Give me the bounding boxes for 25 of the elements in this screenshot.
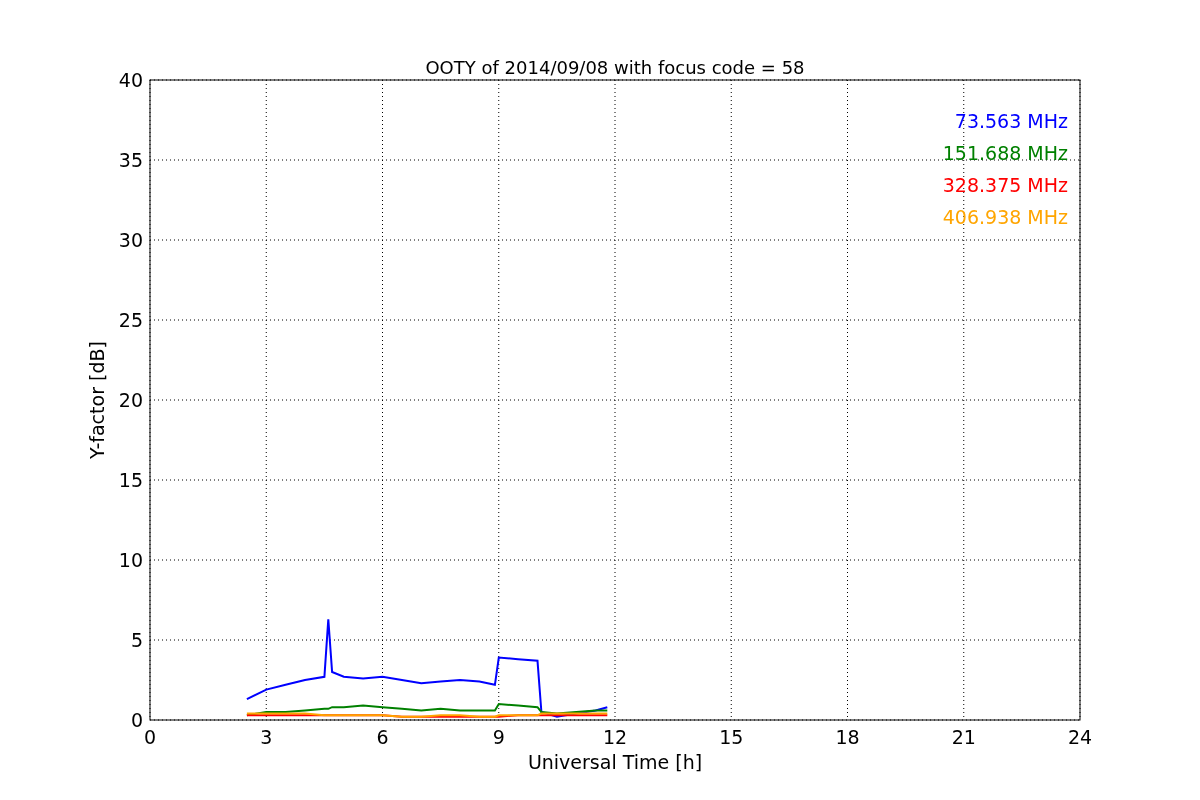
y-tick-label: 35 <box>118 149 143 171</box>
x-tick-label: 6 <box>376 726 389 748</box>
x-tick-label: 18 <box>835 726 860 748</box>
x-tick-label: 12 <box>602 726 628 748</box>
legend-label: 73.563 MHz <box>954 110 1068 132</box>
legend-label: 328.375 MHz <box>942 174 1068 196</box>
y-tick-label: 20 <box>118 389 143 411</box>
x-tick-label: 3 <box>260 726 273 748</box>
x-axis-label: Universal Time [h] <box>527 751 703 773</box>
y-tick-label: 40 <box>118 69 143 91</box>
y-tick-label: 15 <box>118 469 143 491</box>
y-tick-label: 30 <box>118 229 143 251</box>
y-axis-label: Y-factor [dB] <box>86 341 108 459</box>
y-tick-label: 0 <box>130 709 143 731</box>
y-tick-label: 25 <box>118 309 143 331</box>
chart-title: OOTY of 2014/09/08 with focus code = 58 <box>425 57 805 78</box>
legend-label: 151.688 MHz <box>942 142 1068 164</box>
x-tick-label: 0 <box>143 726 157 748</box>
x-tick-label: 24 <box>1067 726 1093 748</box>
x-tick-label: 9 <box>492 726 505 748</box>
y-tick-label: 10 <box>118 549 143 571</box>
x-tick-label: 21 <box>951 726 976 748</box>
legend-label: 406.938 MHz <box>942 206 1068 228</box>
y-tick-label: 5 <box>130 629 143 651</box>
x-tick-label: 15 <box>719 726 744 748</box>
